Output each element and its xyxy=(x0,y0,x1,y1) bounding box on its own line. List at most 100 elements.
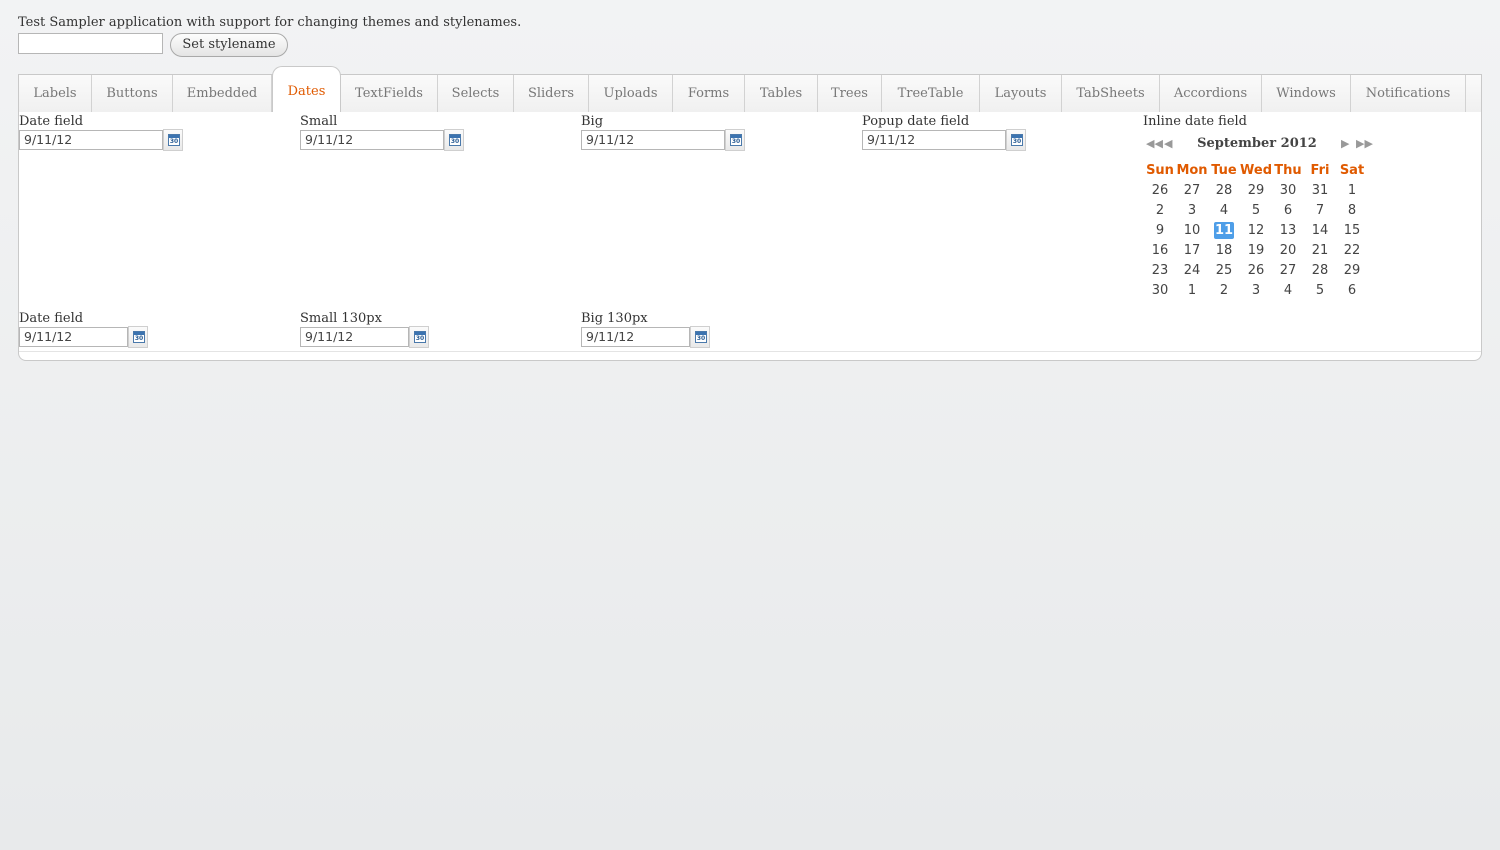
tab-labels[interactable]: Labels xyxy=(19,75,92,112)
tab-dates[interactable]: Dates xyxy=(272,66,341,114)
weekday-header: Thu xyxy=(1274,162,1302,178)
tab-sliders[interactable]: Sliders xyxy=(514,75,589,112)
weekday-header: Tue xyxy=(1211,162,1237,178)
calendar-icon: 30 xyxy=(449,134,461,146)
date-picker-button[interactable]: 30 xyxy=(690,326,710,348)
calendar-day[interactable]: 4 xyxy=(1208,200,1240,220)
popup-date-input[interactable]: 9/11/12 xyxy=(862,130,1006,150)
calendar-nav: ◀◀ ◀ September 2012 ▶ ▶▶ xyxy=(1144,134,1376,156)
date-picker-button[interactable]: 30 xyxy=(163,129,183,151)
calendar-day[interactable]: 6 xyxy=(1336,280,1368,300)
tab-windows[interactable]: Windows xyxy=(1262,75,1351,112)
tab-treetable[interactable]: TreeTable xyxy=(882,75,980,112)
calendar-day[interactable]: 15 xyxy=(1336,220,1368,240)
weekday-header: Fri xyxy=(1310,162,1330,178)
calendar-week-row: 23 24 25 26 27 28 29 xyxy=(1144,260,1368,280)
date-picker-button[interactable]: 30 xyxy=(725,129,745,151)
tab-tabsheets[interactable]: TabSheets xyxy=(1062,75,1160,112)
weekday-header: Mon xyxy=(1176,162,1208,178)
calendar-grid: Sun Mon Tue Wed Thu Fri Sat 26 27 28 29 30 31… xyxy=(1144,160,1368,300)
tab-textfields[interactable]: TextFields xyxy=(341,75,438,112)
calendar-day[interactable]: 22 xyxy=(1336,240,1368,260)
calendar-day[interactable]: 13 xyxy=(1272,220,1304,240)
date-input-big[interactable]: 9/11/12 xyxy=(581,130,725,150)
calendar-day[interactable]: 14 xyxy=(1304,220,1336,240)
calendar-day[interactable]: 18 xyxy=(1208,240,1240,260)
tab-uploads[interactable]: Uploads xyxy=(589,75,673,112)
next-year-icon[interactable]: ▶▶ xyxy=(1356,138,1373,150)
calendar-day[interactable]: 5 xyxy=(1304,280,1336,300)
calendar-day[interactable]: 23 xyxy=(1144,260,1176,280)
calendar-day[interactable]: 28 xyxy=(1208,180,1240,200)
calendar-icon: 30 xyxy=(414,331,426,343)
calendar-day[interactable]: 17 xyxy=(1176,240,1208,260)
calendar-day[interactable]: 6 xyxy=(1272,200,1304,220)
calendar-icon: 30 xyxy=(133,331,145,343)
calendar-day[interactable]: 3 xyxy=(1240,280,1272,300)
calendar-day[interactable]: 10 xyxy=(1176,220,1208,240)
calendar-day[interactable]: 27 xyxy=(1176,180,1208,200)
date-input[interactable]: 9/11/12 xyxy=(19,130,163,150)
field-label: Small 130px xyxy=(300,311,382,326)
set-stylename-button[interactable]: Set stylename xyxy=(170,33,288,57)
inline-calendar: ◀◀ ◀ September 2012 ▶ ▶▶ Sun Mon Tue Wed… xyxy=(1144,134,1376,298)
date-input-big-130px[interactable]: 9/11/12 xyxy=(581,327,690,347)
date-input-small[interactable]: 9/11/12 xyxy=(300,130,444,150)
calendar-day[interactable]: 30 xyxy=(1144,280,1176,300)
weekday-header: Sun xyxy=(1146,162,1174,178)
weekday-header: Wed xyxy=(1240,162,1272,178)
date-picker-button[interactable]: 30 xyxy=(444,129,464,151)
calendar-day[interactable]: 1 xyxy=(1336,180,1368,200)
calendar-day[interactable]: 9 xyxy=(1144,220,1176,240)
calendar-day[interactable]: 24 xyxy=(1176,260,1208,280)
tab-buttons[interactable]: Buttons xyxy=(92,75,173,112)
field-label: Small xyxy=(300,114,338,129)
calendar-week-row: 9 10 11 12 13 14 15 xyxy=(1144,220,1368,240)
date-picker-button[interactable]: 30 xyxy=(409,326,429,348)
tab-embedded[interactable]: Embedded xyxy=(173,75,272,112)
tab-accordions[interactable]: Accordions xyxy=(1160,75,1262,112)
calendar-day[interactable]: 2 xyxy=(1144,200,1176,220)
calendar-day[interactable]: 31 xyxy=(1304,180,1336,200)
date-input-small-130px[interactable]: 9/11/12 xyxy=(300,327,409,347)
calendar-day[interactable]: 4 xyxy=(1272,280,1304,300)
calendar-day[interactable]: 1 xyxy=(1176,280,1208,300)
calendar-day[interactable]: 2 xyxy=(1208,280,1240,300)
calendar-day[interactable]: 5 xyxy=(1240,200,1272,220)
calendar-icon: 30 xyxy=(168,134,180,146)
calendar-day[interactable]: 20 xyxy=(1272,240,1304,260)
calendar-day[interactable]: 8 xyxy=(1336,200,1368,220)
tab-notifications[interactable]: Notifications xyxy=(1351,75,1466,112)
date-input-130px[interactable]: 9/11/12 xyxy=(19,327,128,347)
calendar-day[interactable]: 11 xyxy=(1208,220,1240,240)
date-picker-button[interactable]: 30 xyxy=(128,326,148,348)
tab-trees[interactable]: Trees xyxy=(818,75,882,112)
tab-tables[interactable]: Tables xyxy=(745,75,818,112)
tab-layouts[interactable]: Layouts xyxy=(980,75,1062,112)
tab-selects[interactable]: Selects xyxy=(438,75,514,112)
tab-forms[interactable]: Forms xyxy=(673,75,745,112)
calendar-day[interactable]: 21 xyxy=(1304,240,1336,260)
date-picker-button[interactable]: 30 xyxy=(1006,129,1026,151)
calendar-day[interactable]: 29 xyxy=(1240,180,1272,200)
field-label: Big 130px xyxy=(581,311,648,326)
calendar-day[interactable]: 30 xyxy=(1272,180,1304,200)
calendar-day[interactable]: 3 xyxy=(1176,200,1208,220)
calendar-day[interactable]: 7 xyxy=(1304,200,1336,220)
calendar-day[interactable]: 25 xyxy=(1208,260,1240,280)
weekday-header-row: Sun Mon Tue Wed Thu Fri Sat xyxy=(1144,160,1368,180)
next-month-icon[interactable]: ▶ xyxy=(1341,138,1349,150)
calendar-day[interactable]: 27 xyxy=(1272,260,1304,280)
calendar-day[interactable]: 26 xyxy=(1144,180,1176,200)
calendar-day[interactable]: 12 xyxy=(1240,220,1272,240)
calendar-day[interactable]: 26 xyxy=(1240,260,1272,280)
calendar-icon: 30 xyxy=(695,331,707,343)
calendar-day[interactable]: 19 xyxy=(1240,240,1272,260)
calendar-day[interactable]: 16 xyxy=(1144,240,1176,260)
field-label: Date field xyxy=(19,114,84,129)
app-header-text: Test Sampler application with support fo… xyxy=(18,15,522,30)
calendar-day[interactable]: 29 xyxy=(1336,260,1368,280)
calendar-day[interactable]: 28 xyxy=(1304,260,1336,280)
stylename-input[interactable] xyxy=(18,33,163,54)
calendar-week-row: 30 1 2 3 4 5 6 xyxy=(1144,280,1368,300)
